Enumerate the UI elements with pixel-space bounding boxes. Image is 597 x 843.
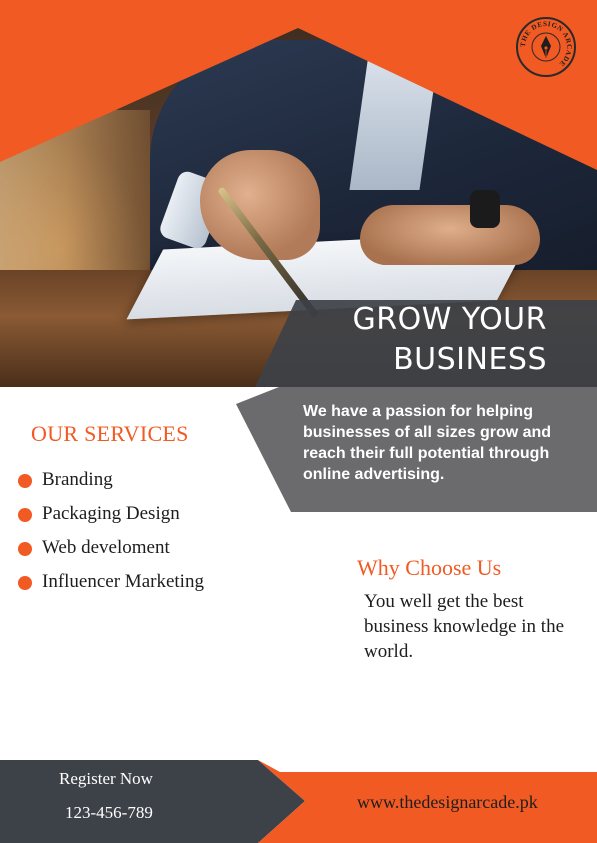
hero-watch (470, 190, 500, 228)
service-label: Influencer Marketing (42, 571, 204, 592)
flyer: THE DESIGN ARCADE GROW YOUR BUSINESS We … (0, 0, 597, 843)
phone-number[interactable]: 123-456-789 (65, 803, 153, 823)
services-title: OUR SERVICES (31, 421, 189, 446)
register-now-link[interactable]: Register Now (59, 769, 153, 789)
hero-resting-hand (360, 205, 540, 265)
bullet-dot-icon (18, 474, 32, 488)
bullet-dot-icon (18, 508, 32, 522)
orange-chevron (0, 0, 597, 170)
service-item: Branding (18, 466, 204, 500)
service-label: Web develoment (42, 537, 170, 558)
why-choose-text: You well get the best business knowledge… (364, 591, 565, 662)
website-link[interactable]: www.thedesignarcade.pk (357, 792, 538, 813)
bullet-dot-icon (18, 542, 32, 556)
why-choose-title: Why Choose Us (357, 555, 502, 580)
headline-line-2: BUSINESS (393, 342, 547, 377)
service-item: Influencer Marketing (18, 568, 204, 602)
headline-line-1: GROW YOUR (352, 302, 547, 337)
service-label: Packaging Design (42, 503, 180, 524)
logo-ring-text: THE DESIGN ARCADE (519, 20, 573, 68)
brand-logo: THE DESIGN ARCADE (516, 17, 576, 77)
services-list: Branding Packaging Design Web develoment… (18, 466, 204, 602)
service-item: Web develoment (18, 534, 204, 568)
bullet-dot-icon (18, 576, 32, 590)
headline: GROW YOUR BUSINESS (287, 300, 547, 380)
intro-text: We have a passion for helping businesses… (303, 403, 552, 483)
service-label: Branding (42, 469, 113, 490)
orange-top-shape (0, 0, 597, 170)
service-item: Packaging Design (18, 500, 204, 534)
